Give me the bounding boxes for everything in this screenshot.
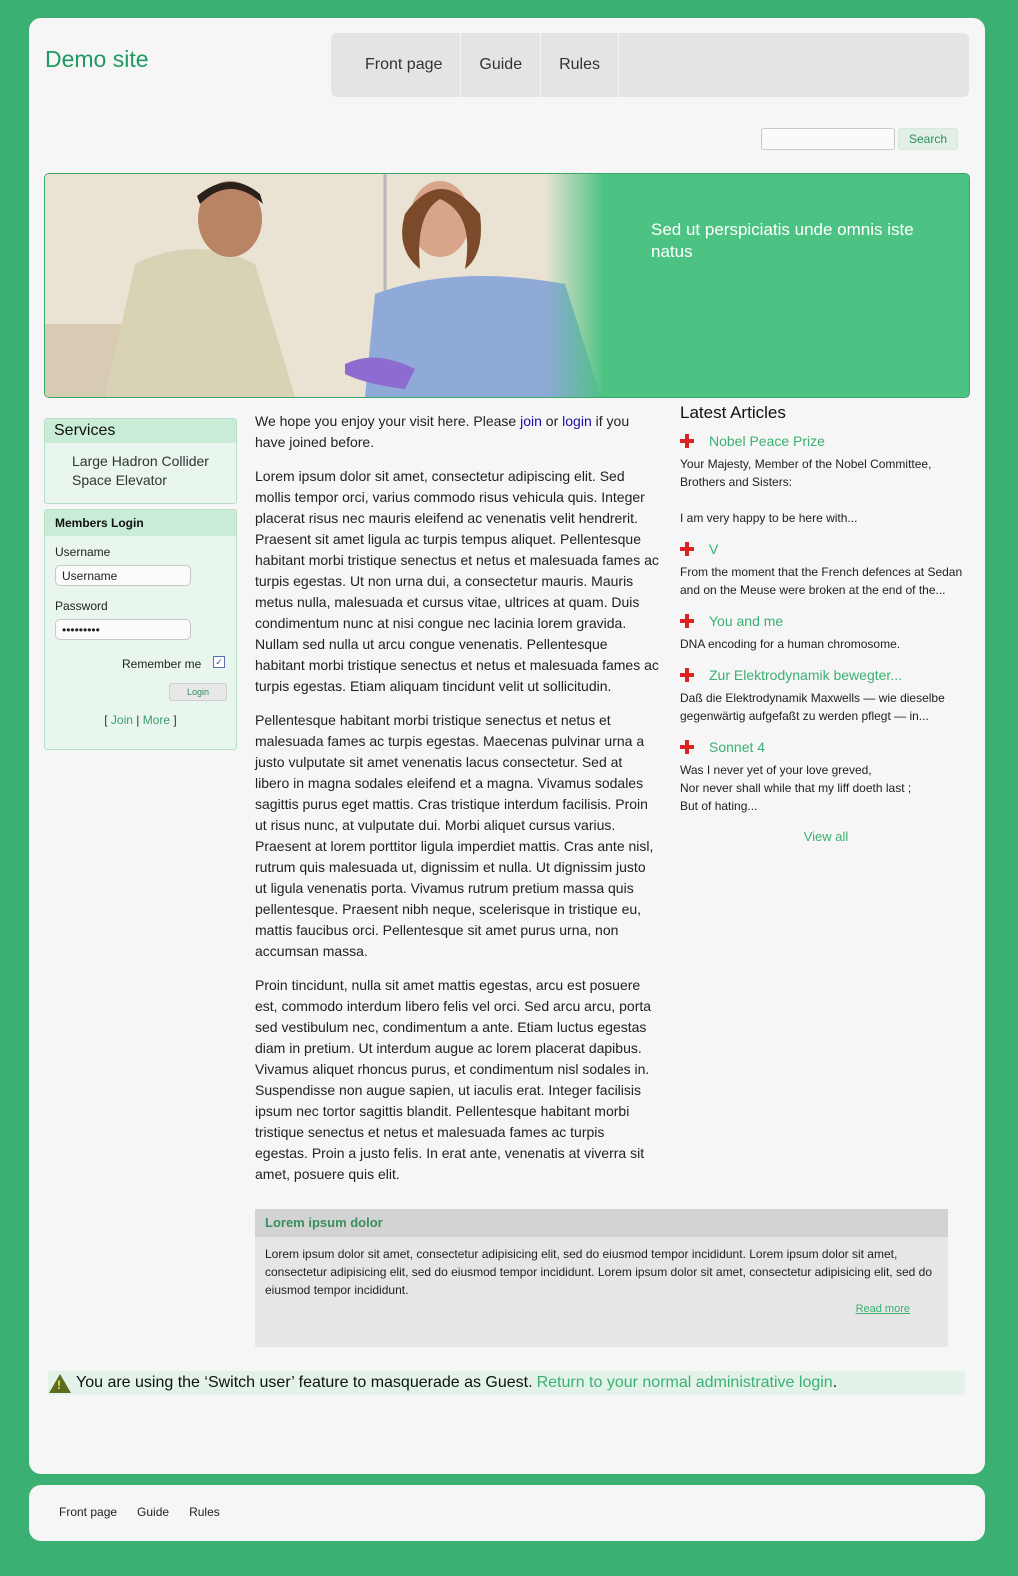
lorem-box-title: Lorem ipsum dolor <box>255 1209 948 1237</box>
search-button[interactable]: Search <box>898 128 958 150</box>
page-container: Demo site Front page Guide Rules Search <box>29 18 985 1474</box>
article-title-row: Zur Elektrodynamik bewegter... <box>680 667 972 683</box>
article-summary: Daß die Elektrodynamik Maxwells — wie di… <box>680 691 945 723</box>
lorem-box-body: Lorem ipsum dolor sit amet, consectetur … <box>265 1247 933 1297</box>
remember-me-checkbox[interactable]: ✓ <box>213 656 225 668</box>
services-item[interactable]: Space Elevator <box>72 471 236 490</box>
services-list: Large Hadron Collider Space Elevator <box>72 452 236 490</box>
article-link[interactable]: V <box>709 541 718 557</box>
remember-me-label: Remember me <box>122 657 202 671</box>
footer-nav-front-page[interactable]: Front page <box>59 1505 117 1519</box>
article-link[interactable]: Nobel Peace Prize <box>709 433 825 449</box>
services-item[interactable]: Large Hadron Collider <box>72 452 236 471</box>
more-link[interactable]: More <box>143 713 170 727</box>
footer-nav-guide[interactable]: Guide <box>137 1505 169 1519</box>
intro-join-link[interactable]: join <box>520 413 542 429</box>
banner-caption: Sed ut perspiciatis unde omnis iste natu… <box>651 220 914 261</box>
red-cross-icon <box>680 668 694 682</box>
red-cross-icon <box>680 614 694 628</box>
latest-articles: Latest Articles Nobel Peace Prize Your M… <box>680 403 972 844</box>
search-form: Search <box>761 128 958 150</box>
article-link[interactable]: You and me <box>709 613 783 629</box>
intro-paragraph: We hope you enjoy your visit here. Pleas… <box>255 411 659 453</box>
switch-user-notice: You are using the ‘Switch user’ feature … <box>48 1371 965 1395</box>
article-summary: Your Majesty, Member of the Nobel Commit… <box>680 457 932 525</box>
password-field[interactable] <box>55 619 191 640</box>
latest-articles-title: Latest Articles <box>680 403 786 422</box>
username-label: Username <box>55 545 111 559</box>
article-title-row: Nobel Peace Prize <box>680 433 972 449</box>
intro-text: or <box>541 413 563 429</box>
read-more-link[interactable]: Read more <box>856 1303 910 1315</box>
body-paragraph: Pellentesque habitant morbi tristique se… <box>255 712 654 959</box>
article-link[interactable]: Zur Elektrodynamik bewegter... <box>709 667 902 683</box>
site-title[interactable]: Demo site <box>45 46 149 73</box>
body-paragraph: Lorem ipsum dolor sit amet, consectetur … <box>255 468 659 694</box>
nav-guide[interactable]: Guide <box>461 33 542 97</box>
footer-nav-rules[interactable]: Rules <box>189 1505 220 1519</box>
intro-login-link[interactable]: login <box>562 413 592 429</box>
search-input[interactable] <box>761 128 895 150</box>
intro-text: We hope you enjoy your visit here. Pleas… <box>255 413 521 429</box>
switch-user-text: You are using the ‘Switch user’ feature … <box>76 1374 533 1391</box>
username-field[interactable] <box>55 565 191 586</box>
services-title: Services <box>45 419 236 443</box>
view-all-link[interactable]: View all <box>680 829 972 844</box>
switch-user-suffix: . <box>832 1374 838 1391</box>
banner-illustration <box>45 174 601 397</box>
red-cross-icon <box>680 434 694 448</box>
login-button[interactable]: Login <box>169 683 227 701</box>
footer-nav: Front page Guide Rules <box>59 1505 220 1519</box>
lorem-box: Lorem ipsum dolor Lorem ipsum dolor sit … <box>255 1209 948 1347</box>
members-login-block: Members Login Username Password Remember… <box>44 509 237 750</box>
article-summary: DNA encoding for a human chromosome. <box>680 637 901 651</box>
article-summary: From the moment that the French defences… <box>680 565 963 597</box>
red-cross-icon <box>680 740 694 754</box>
footer: Front page Guide Rules <box>29 1485 985 1541</box>
services-block: Services Large Hadron Collider Space Ele… <box>44 418 237 504</box>
article-link[interactable]: Sonnet 4 <box>709 739 765 755</box>
banner-photo <box>45 174 601 397</box>
article-title-row: You and me <box>680 613 972 629</box>
article-title-row: V <box>680 541 972 557</box>
banner-fade <box>545 174 605 397</box>
return-login-link[interactable]: Return to your normal administrative log… <box>537 1374 833 1392</box>
main-content: We hope you enjoy your visit here. Pleas… <box>255 411 659 1198</box>
login-title: Members Login <box>45 510 236 536</box>
hero-banner: Sed ut perspiciatis unde omnis iste natu… <box>44 173 970 398</box>
red-cross-icon <box>680 542 694 556</box>
nav-rules[interactable]: Rules <box>541 33 619 97</box>
warning-icon <box>49 1373 71 1393</box>
password-label: Password <box>55 599 108 613</box>
body-paragraph: Proin tincidunt, nulla sit amet mattis e… <box>255 977 652 1182</box>
main-nav: Front page Guide Rules <box>331 33 969 97</box>
article-title-row: Sonnet 4 <box>680 739 972 755</box>
article-summary: Was I never yet of your love greved, Nor… <box>680 763 912 813</box>
login-links: [ Join | More ] <box>104 713 177 727</box>
join-link[interactable]: Join <box>111 713 133 727</box>
nav-front-page[interactable]: Front page <box>331 33 462 97</box>
